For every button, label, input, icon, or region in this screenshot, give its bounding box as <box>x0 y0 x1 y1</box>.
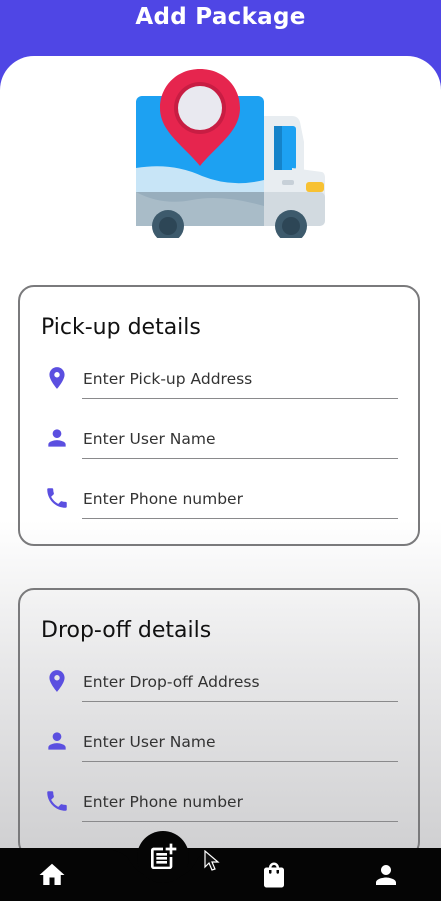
mouse-cursor-icon <box>204 850 220 871</box>
nav-profile-button[interactable] <box>371 860 401 890</box>
add-package-fab[interactable] <box>137 831 189 883</box>
dropoff-name-field <box>20 722 420 772</box>
location-pin-icon <box>44 668 70 694</box>
pickup-details-title: Pick-up details <box>41 315 201 340</box>
home-icon <box>39 863 65 885</box>
pickup-details-card: Pick-up details <box>18 285 420 546</box>
dropoff-name-input[interactable] <box>82 722 398 762</box>
pickup-name-field <box>20 419 420 469</box>
dropoff-address-input[interactable] <box>82 662 398 702</box>
pickup-address-input[interactable] <box>82 359 398 399</box>
shopping-bag-icon <box>264 862 284 888</box>
phone-icon <box>44 788 70 814</box>
person-icon <box>44 425 70 451</box>
content-sheet: Pick-up details Drop-off details <box>0 56 441 856</box>
location-pin-icon <box>44 365 70 391</box>
dropoff-address-field <box>20 662 420 712</box>
person-icon <box>376 865 396 885</box>
nav-home-button[interactable] <box>37 860 67 890</box>
pickup-phone-input[interactable] <box>82 479 398 519</box>
phone-icon <box>44 485 70 511</box>
add-post-icon <box>151 843 177 869</box>
pickup-phone-field <box>20 479 420 529</box>
dropoff-details-title: Drop-off details <box>41 618 212 643</box>
pickup-address-field <box>20 359 420 409</box>
truck-pin-icon <box>136 69 325 242</box>
page-title: Add Package <box>135 4 306 30</box>
nav-orders-button[interactable] <box>259 860 289 890</box>
pickup-name-input[interactable] <box>82 419 398 459</box>
person-icon <box>44 728 70 754</box>
truck-location-illustration <box>132 68 327 242</box>
